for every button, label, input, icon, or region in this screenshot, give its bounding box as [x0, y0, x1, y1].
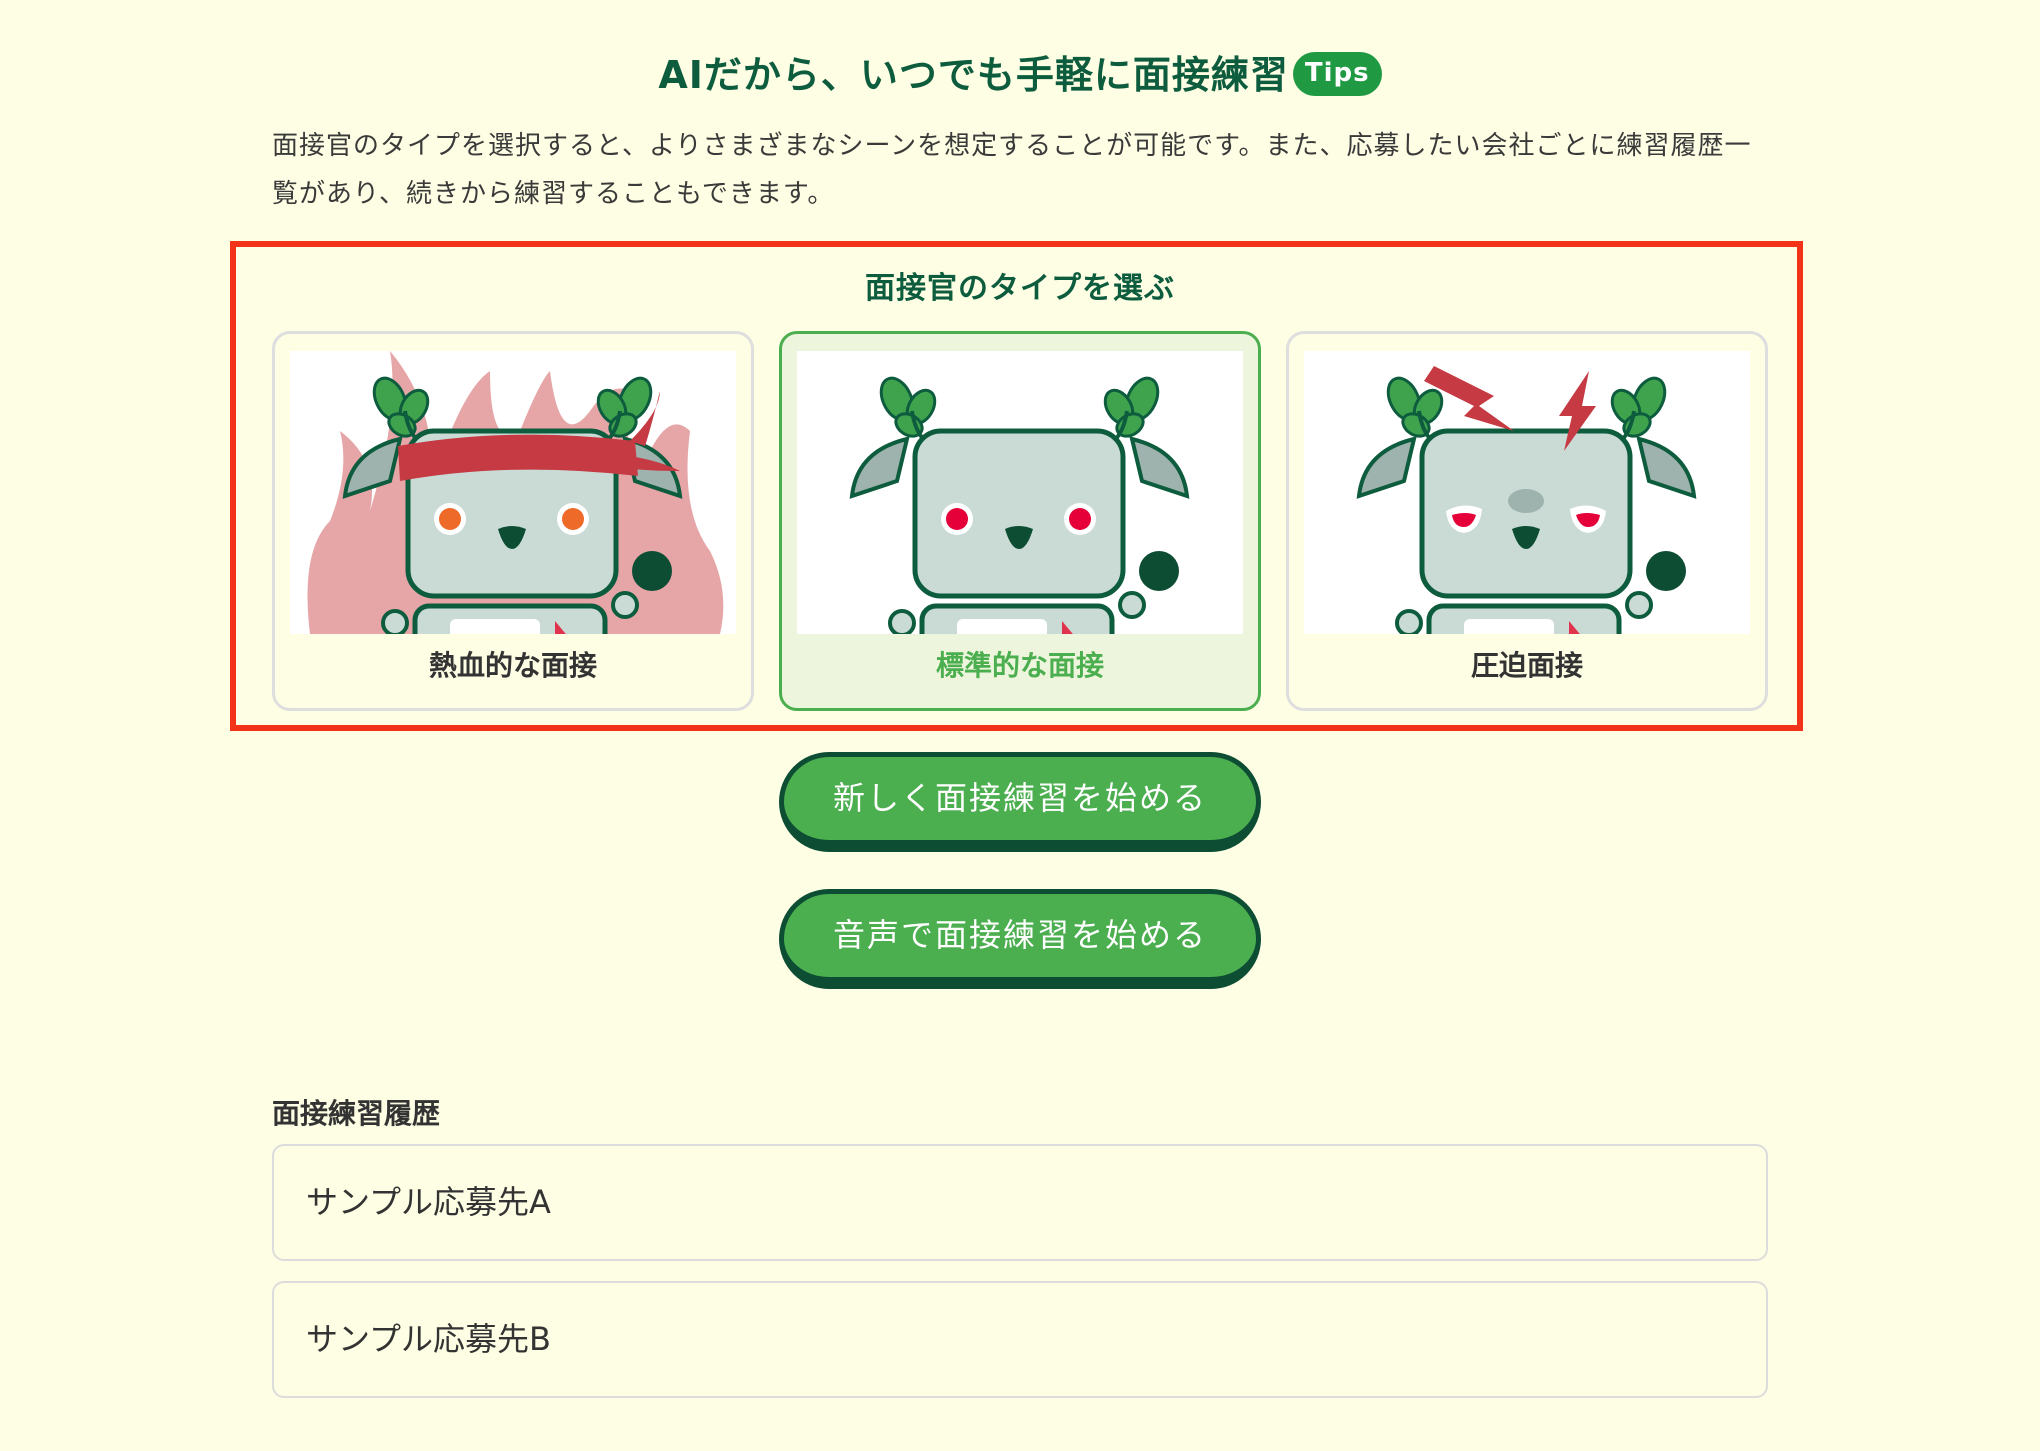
start-voice-practice-button[interactable]: 音声で面接練習を始める	[779, 889, 1261, 989]
interviewer-select-heading: 面接官のタイプを選ぶ	[865, 271, 1175, 306]
passionate-robot-icon	[307, 351, 724, 634]
description-text: 面接官のタイプを選択すると、よりさまざまなシーンを想定することが可能です。また、…	[272, 131, 1752, 209]
interviewer-card-label: 標準的な面接	[935, 649, 1104, 682]
pressure-robot-illustration	[1304, 351, 1750, 634]
page-title-text: AIだから、いつでも手軽に面接練習	[658, 53, 1289, 97]
interviewer-card-label: 圧迫面接	[1470, 649, 1583, 682]
history-item[interactable]: サンプル応募先A	[272, 1144, 1768, 1261]
interviewer-card-label: 熱血的な面接	[428, 649, 597, 682]
history-heading: 面接練習履歴	[272, 1097, 441, 1130]
interviewer-card-standard[interactable]: 標準的な面接	[779, 331, 1261, 711]
page-title: AIだから、いつでも手軽に面接練習 Tips	[0, 44, 2040, 100]
history-item[interactable]: サンプル応募先B	[272, 1281, 1768, 1398]
interviewer-card-passionate[interactable]: 熱血的な面接	[272, 331, 754, 711]
passionate-robot-illustration	[290, 351, 736, 634]
standard-robot-illustration	[797, 351, 1243, 634]
tips-badge[interactable]: Tips	[1292, 51, 1382, 96]
pressure-robot-icon	[1304, 366, 1750, 634]
standard-robot-icon	[797, 351, 1243, 634]
interviewer-card-pressure[interactable]: 圧迫面接	[1286, 331, 1768, 711]
start-new-practice-button[interactable]: 新しく面接練習を始める	[779, 752, 1261, 852]
